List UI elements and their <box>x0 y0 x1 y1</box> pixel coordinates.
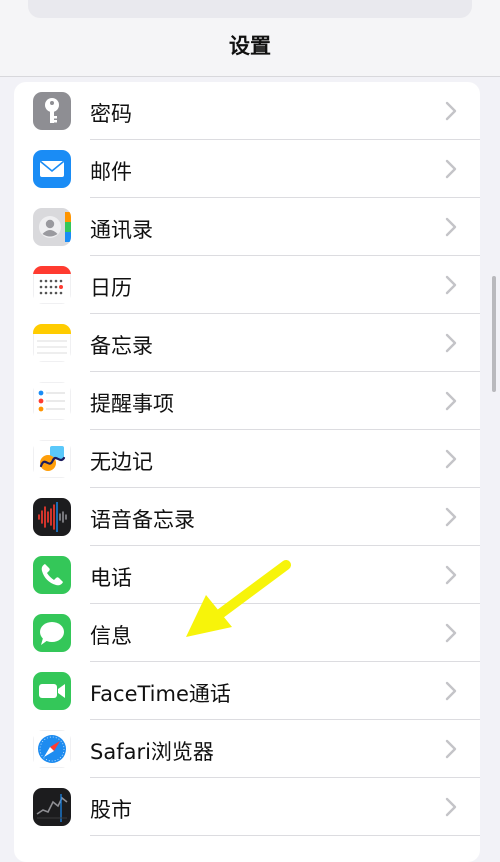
chevron-right-icon <box>445 159 457 179</box>
settings-item-label: Safari浏览器 <box>90 740 214 764</box>
settings-group: 密码 邮件 通讯录 日历 备忘录 提醒事项 无边记 语音备忘录 电话 信息 Fa… <box>14 82 480 862</box>
chevron-right-icon <box>445 565 457 585</box>
reminders-icon <box>33 382 71 420</box>
stocks-icon <box>33 788 71 826</box>
settings-item-label: 股市 <box>90 798 132 822</box>
mail-icon <box>33 150 71 188</box>
chevron-right-icon <box>445 623 457 643</box>
freeform-icon <box>33 440 71 478</box>
settings-item-reminders[interactable]: 提醒事项 <box>14 372 480 430</box>
settings-item-safari[interactable]: Safari浏览器 <box>14 720 480 778</box>
chevron-right-icon <box>445 449 457 469</box>
settings-item-label: 无边记 <box>90 450 153 474</box>
yellow-arrow-icon <box>186 560 291 637</box>
settings-item-voice-memos[interactable]: 语音备忘录 <box>14 488 480 546</box>
settings-item-label: 电话 <box>90 566 132 590</box>
chevron-right-icon <box>445 275 457 295</box>
chevron-right-icon <box>445 101 457 121</box>
settings-item-label: 提醒事项 <box>90 392 174 416</box>
page-title: 设置 <box>229 34 271 58</box>
chevron-right-icon <box>445 217 457 237</box>
settings-item-label: 语音备忘录 <box>90 508 195 532</box>
settings-item-label: 通讯录 <box>90 218 153 242</box>
contacts-icon <box>33 208 71 246</box>
chevron-right-icon <box>445 681 457 701</box>
settings-item-notes[interactable]: 备忘录 <box>14 314 480 372</box>
settings-item-passwords[interactable]: 密码 <box>14 82 480 140</box>
chevron-right-icon <box>445 333 457 353</box>
calendar-icon <box>33 266 71 304</box>
settings-item-label: 日历 <box>90 276 132 300</box>
messages-icon <box>33 614 71 652</box>
settings-item-facetime[interactable]: FaceTime通话 <box>14 662 480 720</box>
row-divider <box>90 835 480 836</box>
settings-item-freeform[interactable]: 无边记 <box>14 430 480 488</box>
settings-item-label: 信息 <box>90 624 132 648</box>
notes-icon <box>33 324 71 362</box>
facetime-icon <box>33 672 71 710</box>
settings-item-label: 密码 <box>90 102 132 126</box>
settings-item-stocks[interactable]: 股市 <box>14 778 480 836</box>
settings-item-contacts[interactable]: 通讯录 <box>14 198 480 256</box>
chevron-right-icon <box>445 739 457 759</box>
settings-item-label: FaceTime通话 <box>90 682 231 706</box>
safari-icon <box>33 730 71 768</box>
scrollbar[interactable] <box>492 276 496 392</box>
settings-item-label: 邮件 <box>90 160 132 184</box>
settings-item-label: 备忘录 <box>90 334 153 358</box>
settings-item-mail[interactable]: 邮件 <box>14 140 480 198</box>
chevron-right-icon <box>445 797 457 817</box>
key-icon <box>33 92 71 130</box>
chevron-right-icon <box>445 507 457 527</box>
phone-icon <box>33 556 71 594</box>
search-field[interactable] <box>28 0 472 18</box>
voice-memos-icon <box>33 498 71 536</box>
settings-item-calendar[interactable]: 日历 <box>14 256 480 314</box>
navigation-bar: 设置 <box>0 0 500 77</box>
chevron-right-icon <box>445 391 457 411</box>
